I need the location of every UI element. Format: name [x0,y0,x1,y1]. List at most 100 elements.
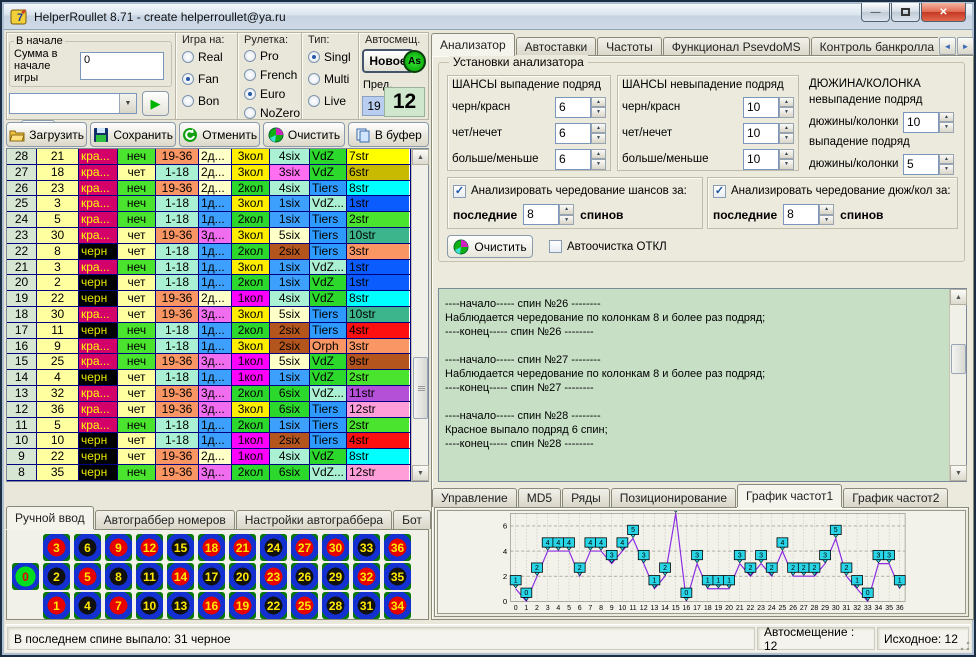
autoclear-checkbox[interactable] [549,240,562,253]
chart-tab-6[interactable]: График частот2 [843,488,948,507]
scroll-up-icon[interactable]: ▲ [950,289,967,305]
roulette-option-euro[interactable]: Euro [238,84,301,103]
table-row[interactable]: 245кра...неч1-181д...2кол1sixTiers2str [7,212,410,228]
board-number-34[interactable]: 34 [384,592,411,619]
board-number-35[interactable]: 35 [384,563,411,590]
radio-icon[interactable] [308,51,320,63]
analyzer-tab-2[interactable]: Автоставки [516,37,597,56]
chart-tab-2[interactable]: MD5 [518,488,561,507]
miss-row-1-value[interactable]: 10 [743,97,779,118]
table-row[interactable]: 2718кра...чет1-182д...3кол3sixVdZ6str [7,165,410,181]
roulette-option-pro[interactable]: Pro [238,46,301,65]
spin-up-icon[interactable]: ▲ [939,154,954,165]
board-number-16[interactable]: 16 [198,592,225,619]
table-row[interactable]: 169кра...неч1-181д...3кол2sixOrph3str [7,339,410,355]
tab-scroll-right-icon[interactable]: ► [957,37,974,55]
scroll-down-icon[interactable]: ▼ [950,465,967,481]
board-number-28[interactable]: 28 [322,592,349,619]
board-number-20[interactable]: 20 [229,563,256,590]
dozen-row-1-value[interactable]: 10 [903,112,939,133]
board-number-26[interactable]: 26 [291,563,318,590]
chart-tab-1[interactable]: Управление [432,488,517,507]
alt-dozen-value[interactable]: 8 [783,204,819,225]
spin-up-icon[interactable]: ▲ [779,97,794,108]
save-button[interactable]: Сохранить [90,122,176,147]
board-number-0[interactable]: 0 [12,563,39,590]
log-scrollbar-thumb[interactable] [951,344,966,374]
maximize-button[interactable] [891,3,920,22]
table-row[interactable]: 1236кра...чет19-363д...3кол6sixTiers12st… [7,402,410,418]
table-row[interactable]: 2623кра...неч19-362д...2кол4sixTiers8str [7,181,410,197]
board-number-12[interactable]: 12 [136,534,163,561]
radio-icon[interactable] [182,73,194,85]
analyzer-tab-1[interactable]: Анализатор [431,33,515,56]
load-button[interactable]: Загрузить [6,122,87,147]
board-number-6[interactable]: 6 [74,534,101,561]
board-number-2[interactable]: 2 [43,563,70,590]
radio-icon[interactable] [182,51,194,63]
board-number-33[interactable]: 33 [353,534,380,561]
spin-down-icon[interactable]: ▼ [779,107,794,118]
board-number-24[interactable]: 24 [260,534,287,561]
table-row[interactable]: 228чернчет1-181д...2кол2sixTiers3str [7,244,410,260]
board-number-22[interactable]: 22 [260,592,287,619]
table-row[interactable]: 1525кра...неч19-363д...1кол5sixVdZ9str [7,354,410,370]
miss-row-2-value[interactable]: 10 [743,123,779,144]
board-number-30[interactable]: 30 [322,534,349,561]
chart-tab-5[interactable]: График частот1 [737,484,842,507]
spin-up-icon[interactable]: ▲ [939,112,954,123]
chevron-down-icon[interactable]: ▼ [119,94,136,113]
alt-dozen-checkbox[interactable]: ✓ [713,185,726,198]
board-number-36[interactable]: 36 [384,534,411,561]
table-row[interactable]: 835черннеч19-363д...2кол6sixVdZ...12str [7,465,410,481]
chart-tab-4[interactable]: Позиционирование [611,488,736,507]
miss-row-3-value[interactable]: 10 [743,149,779,170]
history-combobox[interactable]: ▼ [9,93,137,114]
type-option-multi[interactable]: Multi [302,68,358,90]
radio-icon[interactable] [308,95,320,107]
analyzer-tab-3[interactable]: Частоты [597,37,662,56]
minimize-button[interactable]: — [861,3,890,22]
board-number-8[interactable]: 8 [105,563,132,590]
spin-up-icon[interactable]: ▲ [779,123,794,134]
table-row[interactable]: 144чернчет1-181д...1кол1sixVdZ2str [7,370,410,386]
close-button[interactable]: ✕ [921,3,966,22]
board-number-32[interactable]: 32 [353,563,380,590]
clear-button[interactable]: Очистить [263,122,344,147]
game-on-option-bon[interactable]: Bon [176,90,237,112]
board-number-25[interactable]: 25 [291,592,318,619]
spin-down-icon[interactable]: ▼ [591,107,606,118]
play-button[interactable]: ▶ [142,91,169,116]
start-sum-input[interactable]: 0 [80,52,164,80]
spin-down-icon[interactable]: ▼ [779,133,794,144]
board-number-18[interactable]: 18 [198,534,225,561]
undo-button[interactable]: Отменить [179,122,260,147]
log-scrollbar[interactable]: ▲ ▼ [949,289,966,481]
copy-to-buffer-button[interactable]: В буфер [348,122,429,147]
board-number-15[interactable]: 15 [167,534,194,561]
board-number-7[interactable]: 7 [105,592,132,619]
table-row[interactable]: 1711черннеч1-181д...2кол2sixTiers4str [7,323,410,339]
table-row[interactable]: 2330кра...чет19-363д...3кол5sixTiers10st… [7,228,410,244]
analyzer-tab-4[interactable]: Функционал PsevdoMS [663,37,810,56]
table-row[interactable]: 922чернчет19-362д...1кол4sixVdZ8str [7,449,410,465]
type-option-singl[interactable]: Singl [302,46,358,68]
board-number-14[interactable]: 14 [167,563,194,590]
spin-up-icon[interactable]: ▲ [591,149,606,160]
radio-icon[interactable] [244,107,256,119]
board-number-13[interactable]: 13 [167,592,194,619]
spin-up-icon[interactable]: ▲ [591,97,606,108]
hit-row-2-value[interactable]: 6 [555,123,591,144]
alt-chances-value[interactable]: 8 [523,204,559,225]
analyzer-tab-5[interactable]: Контроль банкролла [811,37,938,56]
radio-icon[interactable] [182,95,194,107]
board-number-29[interactable]: 29 [322,563,349,590]
hit-row-1-value[interactable]: 6 [555,97,591,118]
game-on-option-fan[interactable]: Fan [176,68,237,90]
table-scrollbar-thumb[interactable] [413,357,428,419]
board-number-27[interactable]: 27 [291,534,318,561]
spin-down-icon[interactable]: ▼ [591,159,606,170]
spin-down-icon[interactable]: ▼ [591,133,606,144]
board-number-4[interactable]: 4 [74,592,101,619]
board-number-17[interactable]: 17 [198,563,225,590]
